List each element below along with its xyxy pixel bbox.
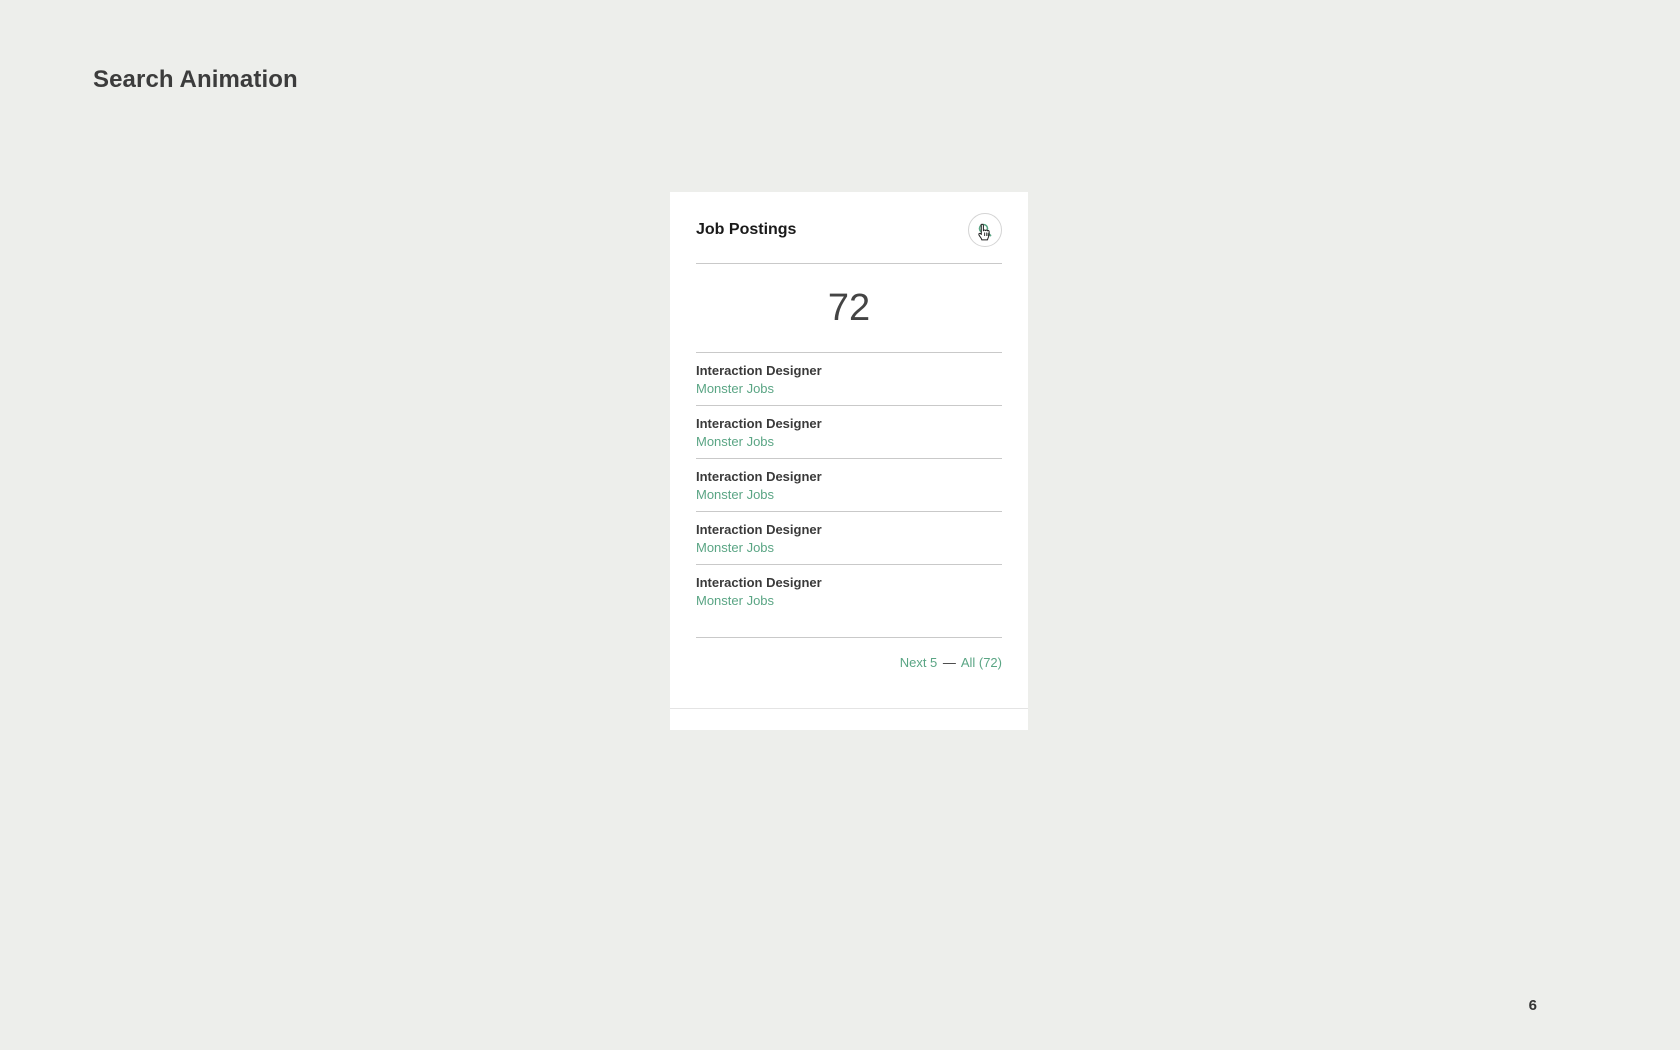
- list-item: Interaction Designer Monster Jobs: [696, 459, 1002, 512]
- card-footer-divider: [670, 708, 1028, 709]
- pager-separator: —: [942, 655, 956, 670]
- list-item: Interaction Designer Monster Jobs: [696, 512, 1002, 565]
- company-link[interactable]: Monster Jobs: [696, 381, 1002, 397]
- job-title: Interaction Designer: [696, 416, 822, 431]
- postings-count: 72: [696, 264, 1002, 353]
- job-title: Interaction Designer: [696, 522, 822, 537]
- all-link[interactable]: All (72): [961, 655, 1002, 670]
- job-list: Interaction Designer Monster Jobs Intera…: [696, 353, 1002, 638]
- company-link[interactable]: Monster Jobs: [696, 593, 1002, 609]
- job-postings-card: Job Postings 72 Interaction Designer Mon…: [670, 192, 1028, 730]
- company-link[interactable]: Monster Jobs: [696, 540, 1002, 556]
- company-link[interactable]: Monster Jobs: [696, 434, 1002, 450]
- list-item: Interaction Designer Monster Jobs: [696, 353, 1002, 406]
- card-title: Job Postings: [696, 221, 797, 238]
- list-item: Interaction Designer Monster Jobs: [696, 406, 1002, 459]
- search-icon: [978, 223, 992, 237]
- company-link[interactable]: Monster Jobs: [696, 487, 1002, 503]
- search-button[interactable]: [968, 213, 1002, 247]
- list-item: Interaction Designer Monster Jobs: [696, 565, 1002, 638]
- job-title: Interaction Designer: [696, 575, 822, 590]
- job-title: Interaction Designer: [696, 363, 822, 378]
- pager: Next 5 — All (72): [900, 655, 1002, 670]
- slide-number: 6: [1528, 997, 1537, 1014]
- page-title: Search Animation: [93, 66, 298, 93]
- next-5-link[interactable]: Next 5: [900, 655, 938, 670]
- card-header: Job Postings: [696, 192, 1002, 264]
- job-title: Interaction Designer: [696, 469, 822, 484]
